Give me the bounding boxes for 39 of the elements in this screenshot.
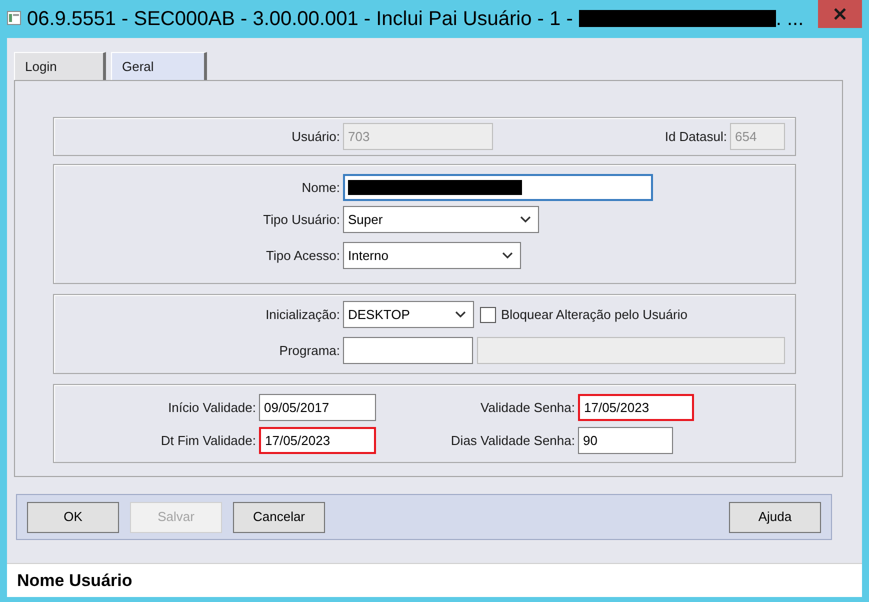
readonly-field: 654 [730,123,785,150]
input-field[interactable]: 90 [578,427,673,454]
chevron-down-icon [502,252,513,259]
title-ellipsis: . ... [776,7,804,31]
close-icon [834,8,846,20]
field-label: Validade Senha: [480,398,576,417]
field-label: Tipo Acesso: [265,246,341,265]
dropdown[interactable]: Interno [343,242,521,269]
chevron-down-icon [455,311,466,318]
input-field[interactable]: 09/05/2017 [259,394,376,421]
dialog-button[interactable]: Cancelar [233,502,325,532]
tab[interactable]: Login [14,52,106,80]
tab[interactable]: Geral [111,52,207,80]
dialog-button: Salvar [130,502,222,532]
field-label: Tipo Usuário: [262,210,341,229]
field-label: Inicialização: [264,306,341,324]
field-label: Início Validade: [167,398,257,417]
field-label: Usuário: [290,128,341,146]
readonly-field: 703 [343,123,493,150]
input-field[interactable]: 17/05/2023 [259,427,376,454]
dropdown[interactable]: Super [343,206,539,233]
checkbox[interactable] [480,306,496,322]
field-label: Dias Validade Senha: [450,432,576,450]
chevron-down-icon [520,216,531,223]
input-field[interactable]: 17/05/2023 [578,394,694,421]
window-title: 06.9.5551 - SEC000AB - 3.00.00.001 - Inclui Pai Usuário - 1 - [27,7,573,31]
dialog-button[interactable]: OK [27,502,119,532]
close-button[interactable] [818,0,862,28]
dropdown[interactable]: DESKTOP [343,301,474,328]
field-label: Nome: [300,178,341,197]
status-text: Nome Usuário [17,570,132,592]
dialog-button[interactable]: Ajuda [729,502,821,532]
checkbox-label[interactable]: Bloquear Alteração pelo Usuário [501,304,688,324]
field-label: Id Datasul: [664,128,728,146]
field-label: Programa: [278,342,341,360]
app-icon [7,11,21,25]
input-field[interactable] [343,337,473,364]
field-label: Dt Fim Validade: [160,432,257,450]
input-field[interactable] [343,174,653,201]
